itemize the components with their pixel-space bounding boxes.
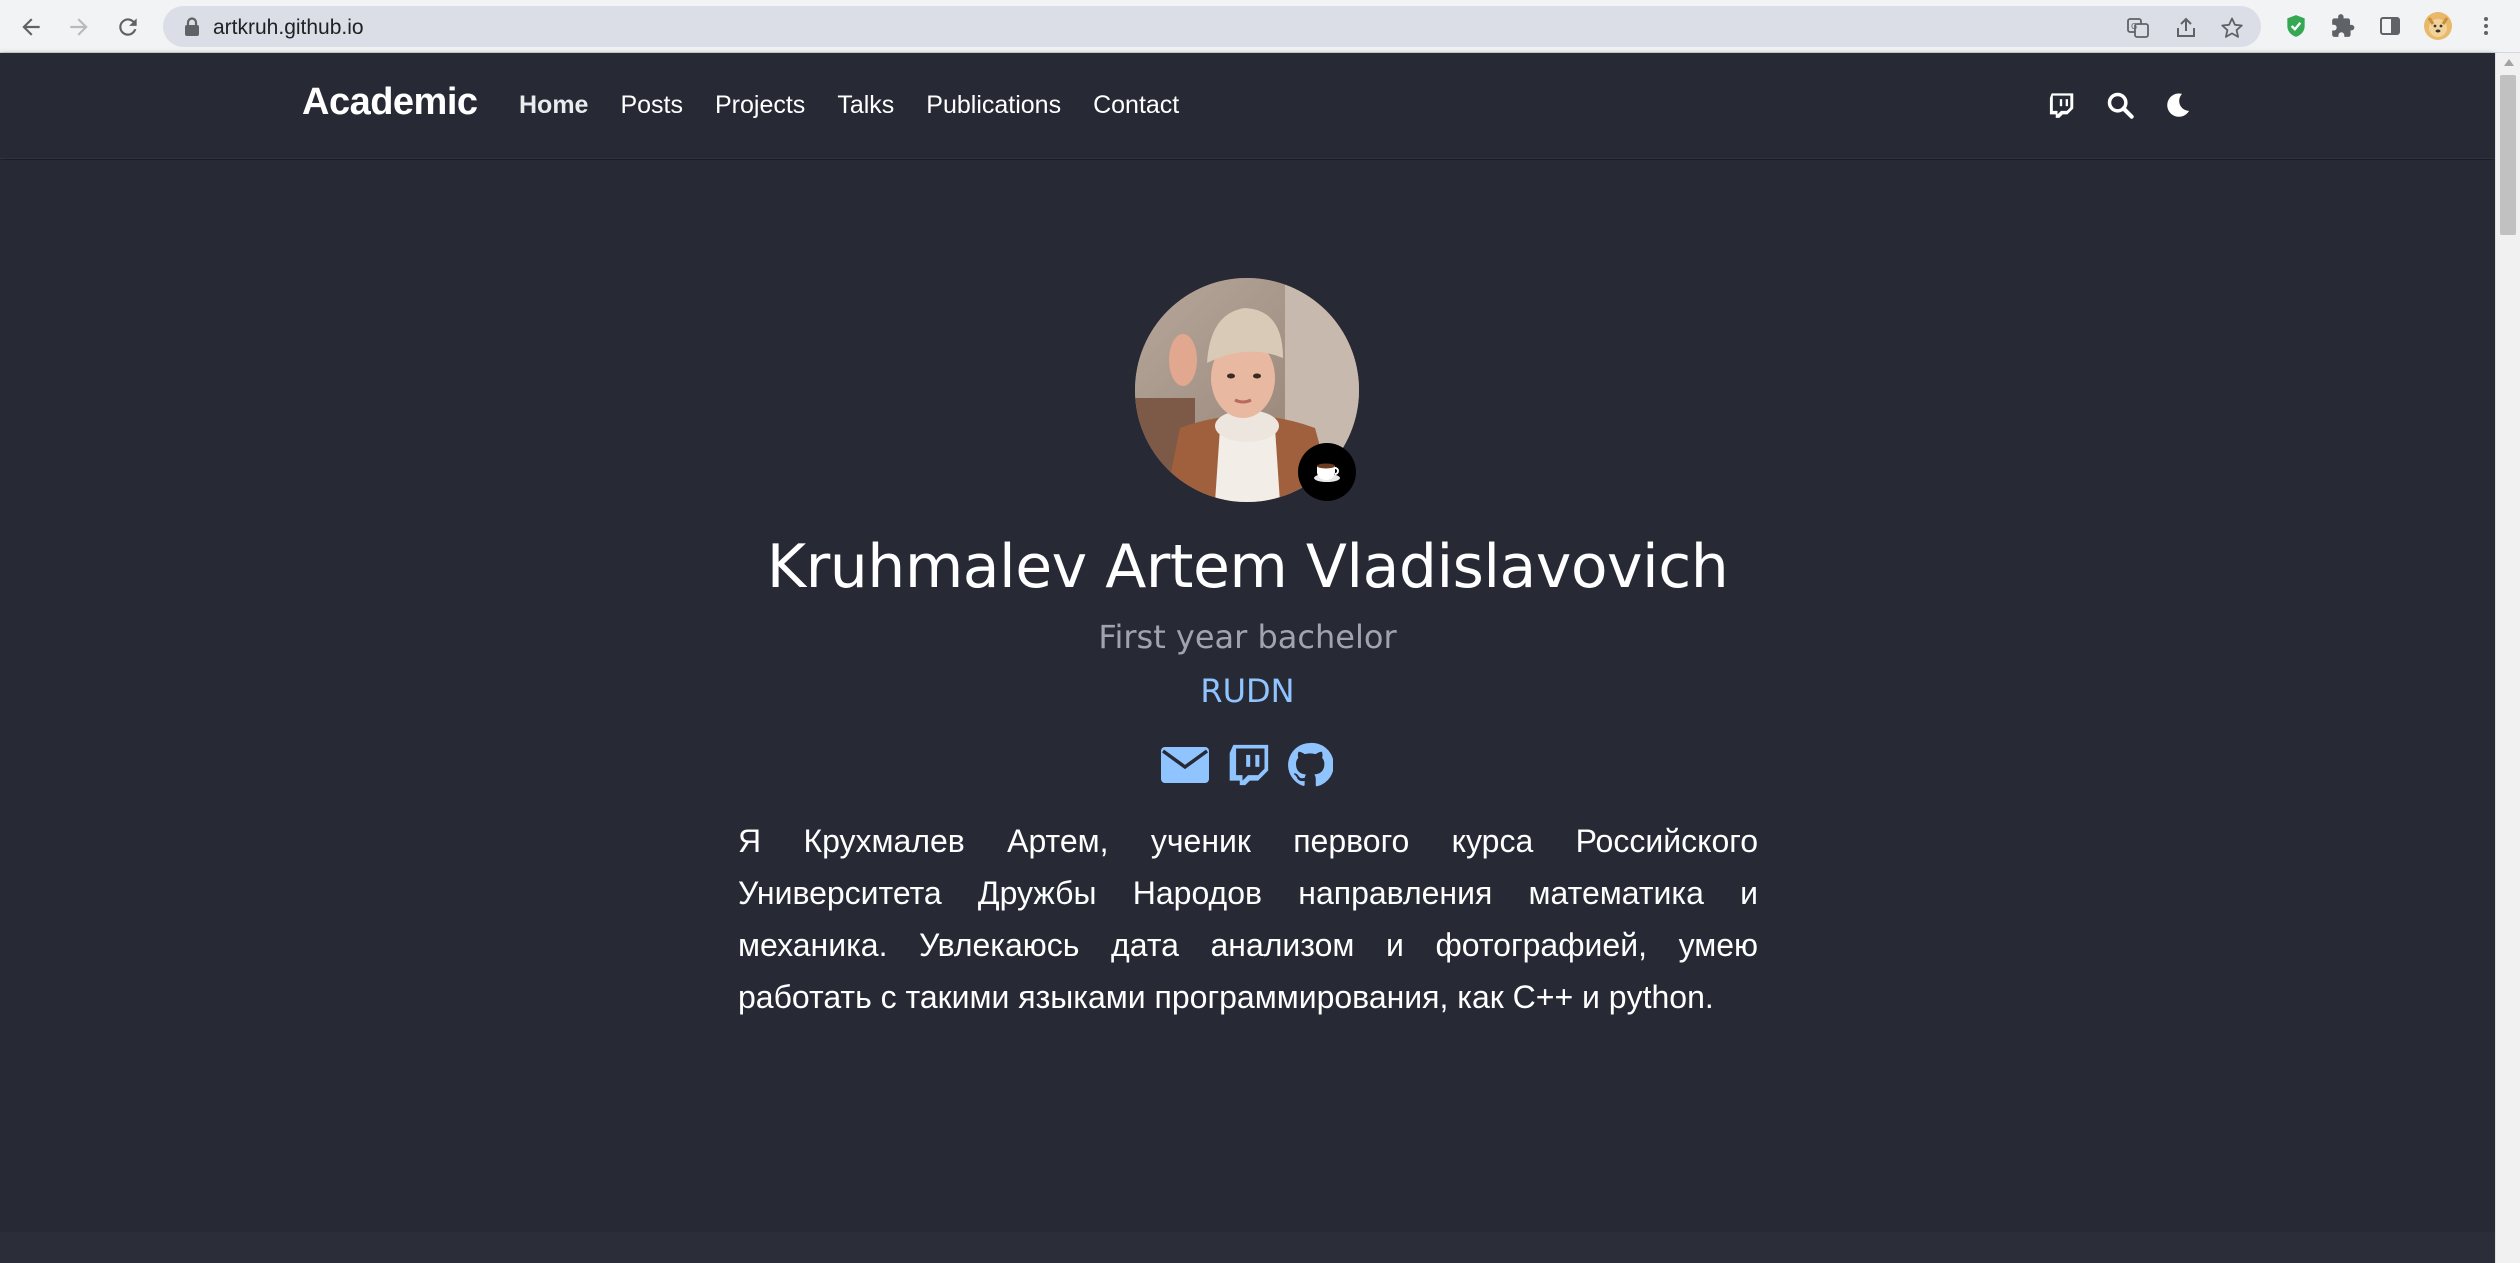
moon-icon[interactable] (2162, 89, 2194, 121)
nav-link-publications[interactable]: Publications (926, 91, 1061, 120)
arrow-left-icon (22, 18, 40, 36)
url-text: artkruh.github.io (213, 16, 364, 39)
profile-role: First year bachelor (1098, 618, 1397, 656)
envelope-icon[interactable] (1160, 740, 1210, 790)
profile-avatar[interactable] (2424, 12, 2452, 40)
chrome-menu-icon[interactable] (2472, 12, 2500, 40)
extensions-puzzle-icon[interactable] (2329, 12, 2357, 40)
translate-icon[interactable]: G (2126, 16, 2150, 40)
profile-avatar-wrapper (1135, 278, 1359, 502)
profile-bio: Я Крухмалев Артем, ученик первого курса … (738, 823, 1758, 1015)
forward-button[interactable] (62, 10, 96, 44)
profile-organization-link[interactable]: RUDN (0, 672, 2495, 710)
search-icon[interactable] (2104, 89, 2136, 121)
address-bar[interactable]: artkruh.github.io G (163, 6, 2261, 47)
github-icon[interactable] (1285, 740, 1335, 790)
social-links (1160, 740, 1335, 790)
nav-link-home[interactable]: Home (519, 91, 588, 120)
main-menu: Home Posts Projects Talks Publications C… (519, 91, 1211, 120)
arrow-right-icon (70, 18, 88, 36)
reload-icon (119, 18, 137, 36)
shield-extension-icon[interactable] (2282, 12, 2310, 40)
nav-link-contact[interactable]: Contact (1093, 91, 1179, 120)
coffee-icon (1298, 443, 1356, 501)
lock-icon (185, 17, 199, 36)
section-divider (0, 1232, 2495, 1263)
scroll-up-arrow-icon[interactable] (2504, 59, 2514, 66)
profile-name: Kruhmalev Artem Vladislavovich (766, 532, 1729, 602)
page-scrollbar[interactable] (2495, 53, 2520, 1263)
twitch-icon[interactable] (2045, 89, 2077, 121)
side-panel-icon[interactable] (2376, 12, 2404, 40)
share-icon[interactable] (2174, 16, 2198, 40)
twitch-icon[interactable] (1223, 740, 1273, 790)
bookmark-star-icon[interactable] (2220, 16, 2244, 40)
site-navbar: Academic Home Posts Projects Talks Publi… (0, 53, 2495, 159)
svg-text:G: G (2131, 22, 2137, 31)
nav-link-posts[interactable]: Posts (620, 91, 683, 120)
scroll-thumb[interactable] (2500, 75, 2516, 235)
back-button[interactable] (14, 10, 48, 44)
nav-link-talks[interactable]: Talks (837, 91, 894, 120)
site-brand[interactable]: Academic (302, 81, 478, 124)
browser-toolbar: artkruh.github.io G (0, 0, 2520, 53)
reload-button[interactable] (111, 10, 145, 44)
nav-link-projects[interactable]: Projects (715, 91, 805, 120)
